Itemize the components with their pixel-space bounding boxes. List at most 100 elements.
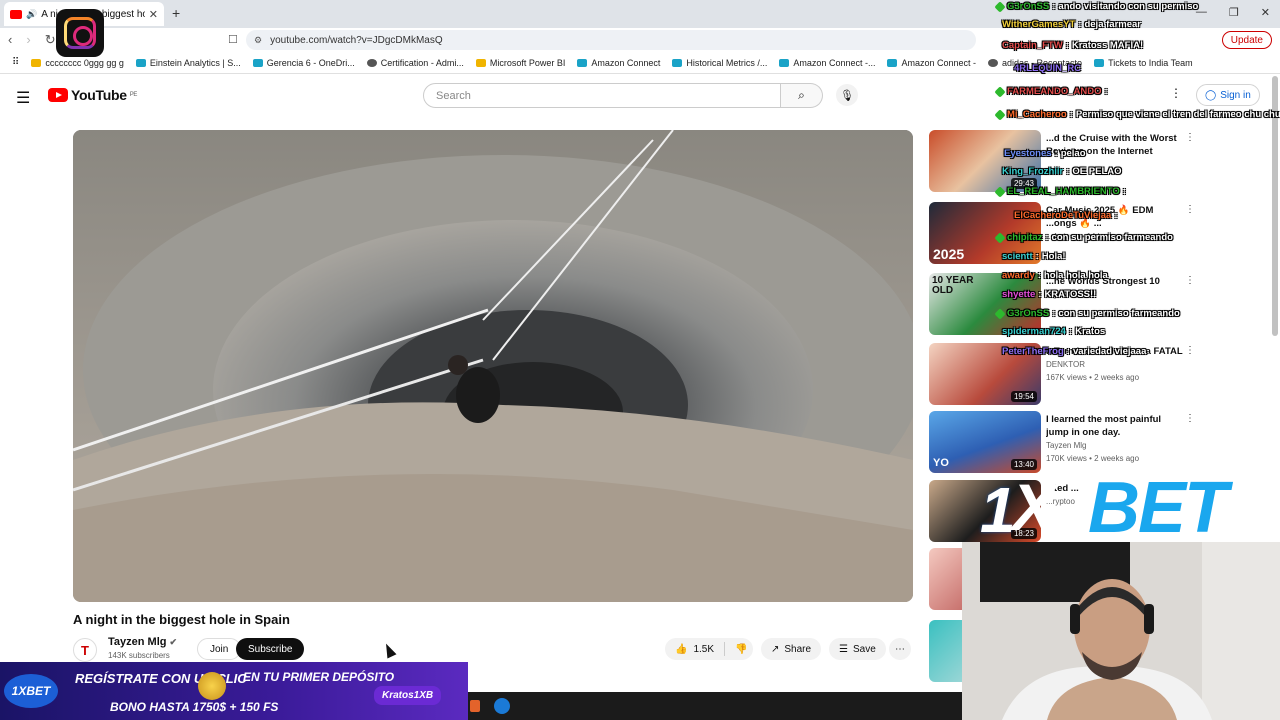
- like-button[interactable]: 👍 1.5K: [665, 642, 726, 656]
- chat-message: FARMEANDO_ANDO:: [994, 85, 1108, 98]
- address-bar[interactable]: ⚙ youtube.com/watch?v=JDgcDMkMasQ: [246, 30, 976, 50]
- chat-message: Mi_Cacheroo: Permiso que viene el tren d…: [994, 108, 1280, 121]
- os-taskbar: [468, 692, 962, 720]
- more-vertical-icon[interactable]: ⋮: [1185, 132, 1195, 143]
- 1xbet-banner-ad[interactable]: 1XBET REGÍSTRATE CON UN CLIC EN TU PRIME…: [0, 662, 468, 720]
- cloud-icon: [1094, 58, 1105, 67]
- share-button[interactable]: ↗ Share: [761, 638, 822, 660]
- certification-icon: [366, 58, 377, 67]
- cloud-icon: [779, 58, 790, 67]
- search-button[interactable]: ⌕: [781, 83, 823, 108]
- 1xbet-banner-logo: 1XBET: [4, 674, 58, 708]
- thumbs-up-icon: 👍: [675, 643, 688, 655]
- bookmark-item[interactable]: Amazon Connect: [577, 58, 660, 68]
- bookmark-item[interactable]: Historical Metrics /...: [672, 58, 767, 68]
- chat-message: 4RLEQUIN_RC: [1014, 63, 1082, 74]
- more-vertical-icon[interactable]: ⋮: [1170, 86, 1182, 100]
- thumbnail-text: YO: [933, 457, 949, 469]
- bookmark-item[interactable]: Amazon Connect -: [887, 58, 976, 68]
- cloud-icon: [135, 58, 146, 67]
- powerbi-icon: [475, 58, 486, 67]
- channel-avatar[interactable]: T: [73, 638, 97, 662]
- channel-name[interactable]: Tayzen Mlg ✔: [108, 636, 177, 648]
- site-info-icon[interactable]: ⚙: [254, 35, 262, 46]
- cloud-icon: [887, 58, 898, 67]
- chat-message: PeterTheFrog: variedad viejaaa: [1002, 346, 1147, 357]
- bookmark-item[interactable]: Microsoft Power BI: [475, 58, 565, 68]
- more-actions-button[interactable]: ⋯: [889, 638, 911, 660]
- video-thumbnail[interactable]: YO 13:40: [929, 411, 1041, 473]
- update-button[interactable]: Update: [1221, 31, 1272, 49]
- chat-message: WitherGamesYT: deja farmear: [1002, 19, 1141, 30]
- chat-badge-icon: [994, 85, 1006, 98]
- verified-icon: ✔: [169, 637, 178, 647]
- subscribe-button[interactable]: Subscribe: [236, 638, 305, 660]
- more-vertical-icon[interactable]: ⋮: [1185, 204, 1195, 215]
- bookmark-item[interactable]: cccccccc 0ggg gg g: [31, 58, 124, 68]
- forward-icon[interactable]: ›: [26, 32, 30, 48]
- search-input[interactable]: Search: [423, 83, 781, 108]
- chat-message: spiderman724: Kratos: [1002, 326, 1106, 337]
- chat-message: G3rOnSS: con su permiso farmeando: [994, 307, 1180, 320]
- back-icon[interactable]: ‹: [8, 32, 12, 48]
- onedrive-icon: [252, 58, 263, 67]
- video-channel: Tayzen Mlg: [1046, 441, 1087, 450]
- video-duration: 19:54: [1010, 391, 1037, 402]
- bookmark-item[interactable]: Amazon Connect -...: [779, 58, 875, 68]
- more-vertical-icon[interactable]: ⋮: [1185, 275, 1195, 286]
- more-vertical-icon[interactable]: ⋮: [1185, 413, 1195, 424]
- video-thumbnail[interactable]: 29:43: [929, 130, 1041, 192]
- hamburger-menu-icon[interactable]: ☰: [16, 88, 30, 108]
- close-window-icon[interactable]: ✕: [1261, 6, 1270, 19]
- video-player[interactable]: [73, 130, 913, 602]
- promo-code-tag: Kratos1XB: [374, 686, 442, 705]
- chat-message: Eyestones: pelao: [1004, 148, 1086, 159]
- suggested-video[interactable]: 29:43 ...d the Cruise with the Worst Rev…: [929, 130, 1199, 192]
- video-channel: DENKTOR: [1046, 360, 1085, 369]
- join-button[interactable]: Join: [197, 638, 242, 660]
- youtube-logo[interactable]: YouTube PE: [48, 87, 137, 103]
- microphone-icon: 🎙: [840, 89, 854, 102]
- chat-message: EL_REAL_HAMBRIENTO:: [994, 185, 1126, 198]
- more-vertical-icon[interactable]: ⋮: [1185, 345, 1195, 356]
- channel-row: T Tayzen Mlg ✔ 143K subscribers Join Sub…: [73, 636, 913, 664]
- chat-message: shyette: KRATOSS!!: [1002, 289, 1097, 300]
- chat-message: G3rOnSS: ando visitando con su permiso: [994, 0, 1198, 13]
- audio-icon: 🔊: [26, 8, 38, 19]
- voice-search-button[interactable]: 🎙: [836, 84, 858, 106]
- chat-badge-icon: [994, 307, 1006, 320]
- sign-in-button[interactable]: ◯ Sign in: [1196, 84, 1260, 106]
- search-icon: ⌕: [798, 88, 805, 102]
- chat-message: King_Frozhiir: OE PELAO: [1002, 166, 1122, 177]
- chat-badge-icon: [994, 108, 1006, 121]
- bookmark-item[interactable]: Tickets to India Team: [1094, 58, 1193, 68]
- bookmark-item[interactable]: Einstein Analytics | S...: [135, 58, 241, 68]
- video-title: I learned the most painful jump in one d…: [1046, 414, 1162, 438]
- thumbnail-text: 2025: [933, 246, 965, 262]
- maximize-icon[interactable]: ❐: [1229, 6, 1239, 19]
- apps-grid-icon[interactable]: ⠿: [12, 57, 19, 68]
- window-controls: — ❐ ✕: [1196, 6, 1270, 19]
- suggested-video[interactable]: YO 13:40 I learned the most painful jump …: [929, 411, 1199, 473]
- bookmarks-bar: ⠿ cccccccc 0ggg gg g Einstein Analytics …: [0, 52, 1280, 74]
- dislike-button[interactable]: 👎: [725, 644, 757, 655]
- steam-icon[interactable]: [494, 698, 510, 714]
- screen: 🔊 A night in the biggest hole in ✕ + — ❐…: [0, 0, 1280, 720]
- bookmark-star-icon[interactable]: ☐: [228, 33, 238, 46]
- app-icon[interactable]: [470, 700, 480, 712]
- 1xbet-logo: 1 X BET: [980, 468, 1228, 548]
- new-tab-icon[interactable]: +: [172, 5, 180, 21]
- chat-message: awardy: hola hola hola: [1002, 270, 1108, 281]
- close-tab-icon[interactable]: ✕: [149, 8, 158, 21]
- nav-buttons: ‹ › ↻: [8, 32, 56, 48]
- chat-message: scientt: Hola!: [1002, 251, 1066, 262]
- coin-icon: [198, 672, 226, 700]
- save-button[interactable]: ☰ Save: [829, 638, 886, 660]
- cloud-icon: [577, 58, 588, 67]
- webcam-frame: [962, 542, 1280, 720]
- bookmark-item[interactable]: Gerencia 6 - OneDri...: [252, 58, 355, 68]
- account-icon: ◯: [1205, 89, 1217, 101]
- reload-icon[interactable]: ↻: [45, 32, 56, 48]
- bookmark-item[interactable]: Certification - Admi...: [366, 58, 464, 68]
- video-frame: [73, 130, 913, 602]
